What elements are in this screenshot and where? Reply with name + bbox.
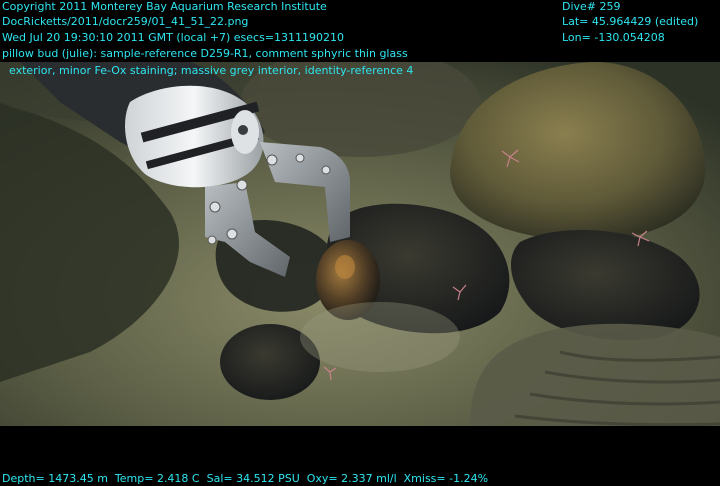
- timestamp-line: Wed Jul 20 19:30:10 2011 GMT (local +7) …: [2, 31, 345, 44]
- seafloor-camera-image: [0, 62, 720, 426]
- video-frame: Copyright 2011 Monterey Bay Aquarium Res…: [0, 0, 720, 486]
- copyright-line: Copyright 2011 Monterey Bay Aquarium Res…: [2, 0, 327, 13]
- telemetry-readout: Depth= 1473.45 m Temp= 2.418 C Sal= 34.5…: [2, 472, 489, 485]
- image-path-line: DocRicketts/2011/docr259/01_41_51_22.png: [2, 15, 249, 28]
- seafloor-scene: [0, 62, 720, 426]
- latitude-readout: Lat= 45.964429 (edited): [562, 15, 699, 28]
- dive-number: Dive# 259: [562, 0, 621, 13]
- annotation-line: pillow bud (julie): sample-reference D25…: [2, 47, 408, 60]
- longitude-readout: Lon= -130.054208: [562, 31, 665, 44]
- annotation-line-continued: exterior, minor Fe-Ox staining; massive …: [2, 64, 414, 77]
- sediment-plume: [300, 302, 460, 372]
